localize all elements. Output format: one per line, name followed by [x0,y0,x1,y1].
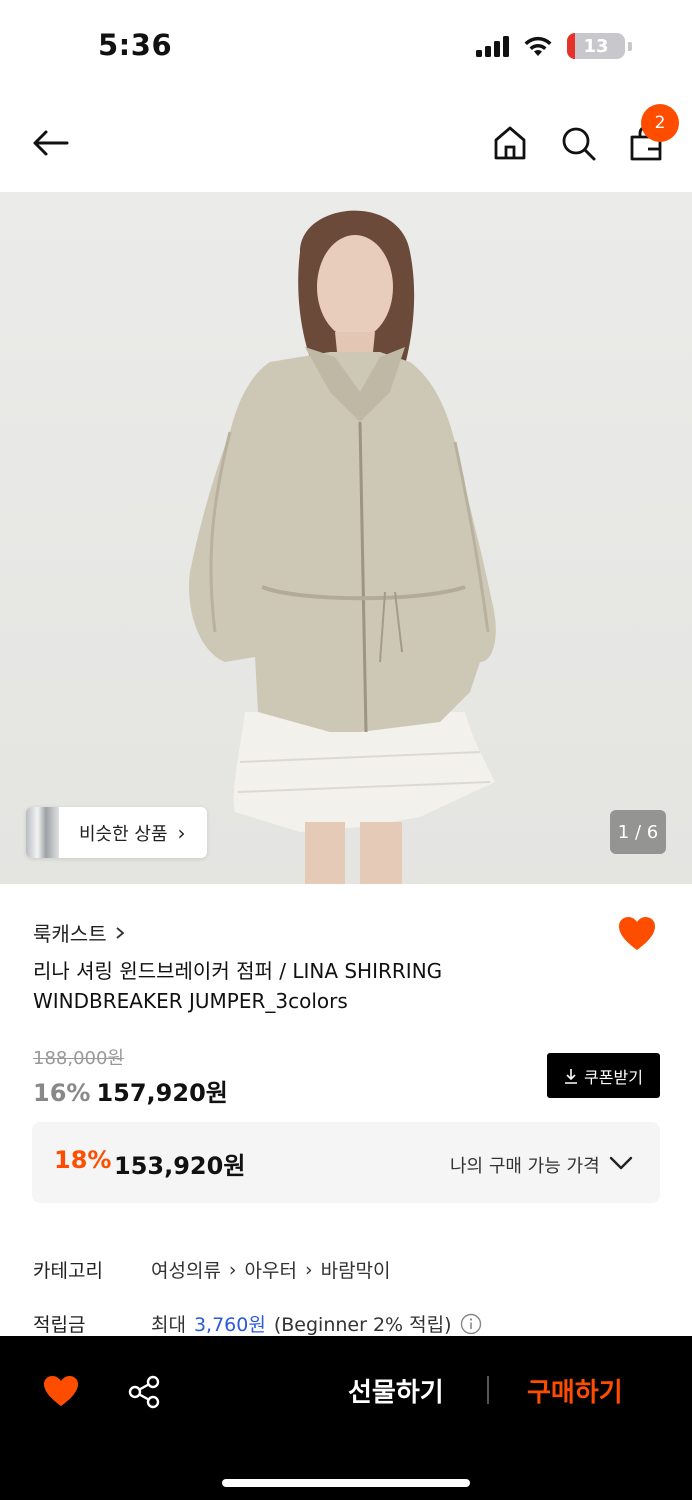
my-discount-rate: 18% [54,1146,112,1174]
buy-button[interactable]: 구매하기 [527,1372,623,1409]
bottom-action-bar: 선물하기 구매하기 [0,1336,692,1500]
product-photo-illustration [189,210,496,884]
chevron-right-icon: › [228,1258,237,1281]
sale-price-row: 16% 157,920원 [33,1073,228,1108]
home-indicator [222,1479,470,1487]
category-link-2[interactable]: 아우터 [245,1256,297,1283]
category-link-1[interactable]: 여성의류 [151,1256,221,1283]
category-key: 카테고리 [33,1260,103,1282]
status-bar: 5:36 13 [0,0,692,95]
chevron-right-icon [116,926,125,939]
product-name: 리나 셔링 윈드브레이커 점퍼 / LINA SHIRRING WINDBREA… [33,959,443,1013]
category-row: 카테고리 여성의류 › 아우터 › 바람막이 [33,1256,391,1283]
status-icons: 13 [476,33,632,59]
brand-name: 룩캐스트 [33,922,107,946]
chevron-right-icon: › [304,1258,313,1281]
points-key: 적립금 [33,1314,86,1336]
my-price-label: 나의 구매 가능 가격 [450,1156,600,1177]
download-icon [565,1068,578,1084]
similar-products-label: 비슷한 상품 [79,823,168,845]
coupon-download-button[interactable]: 쿠폰받기 [547,1053,660,1098]
home-icon[interactable] [490,123,530,163]
original-price: 188,000원 [33,1048,124,1069]
category-path: 여성의류 › 아우터 › 바람막이 [151,1256,391,1283]
similar-thumbnail [26,807,59,858]
wifi-icon [524,36,552,56]
coupon-label: 쿠폰받기 [584,1067,643,1087]
top-nav-bar [0,95,692,192]
battery-nub [628,41,632,51]
points-value: 최대 3,760원 (Beginner 2% 적립) [151,1310,482,1337]
points-prefix: 최대 [151,1314,186,1336]
points-suffix: (Beginner 2% 적립) [273,1314,452,1336]
my-price-dropdown[interactable]: 18% 153,920원 나의 구매 가능 가격 [32,1122,660,1203]
divider [487,1376,489,1404]
battery-level: 13 [583,35,609,57]
gift-button[interactable]: 선물하기 [348,1372,444,1409]
battery-icon: 13 [567,33,625,59]
search-icon[interactable] [558,123,598,163]
back-arrow-icon[interactable] [31,123,71,163]
info-icon[interactable] [460,1313,482,1335]
points-amount: 3,760원 [193,1314,266,1336]
discount-rate: 16% [33,1079,91,1107]
points-row: 적립금 최대 3,760원 (Beginner 2% 적립) [33,1310,482,1337]
cart-count-badge: 2 [641,104,679,142]
status-time: 5:36 [98,28,173,62]
heart-icon[interactable] [43,1374,79,1410]
share-icon[interactable] [126,1374,162,1410]
image-counter: 1 / 6 [610,810,666,854]
chevron-down-icon [609,1156,633,1170]
sale-price: 157,920원 [96,1079,228,1107]
brand-link[interactable]: 룩캐스트 [33,918,127,947]
signal-icon [476,35,509,57]
my-price-amount: 153,920원 [114,1152,246,1180]
product-image[interactable] [0,192,692,884]
chevron-right-icon: › [177,820,186,845]
wishlist-heart-icon[interactable] [618,916,656,952]
category-link-3[interactable]: 바람막이 [321,1256,391,1283]
similar-products-button[interactable]: 비슷한 상품 › [26,807,207,858]
